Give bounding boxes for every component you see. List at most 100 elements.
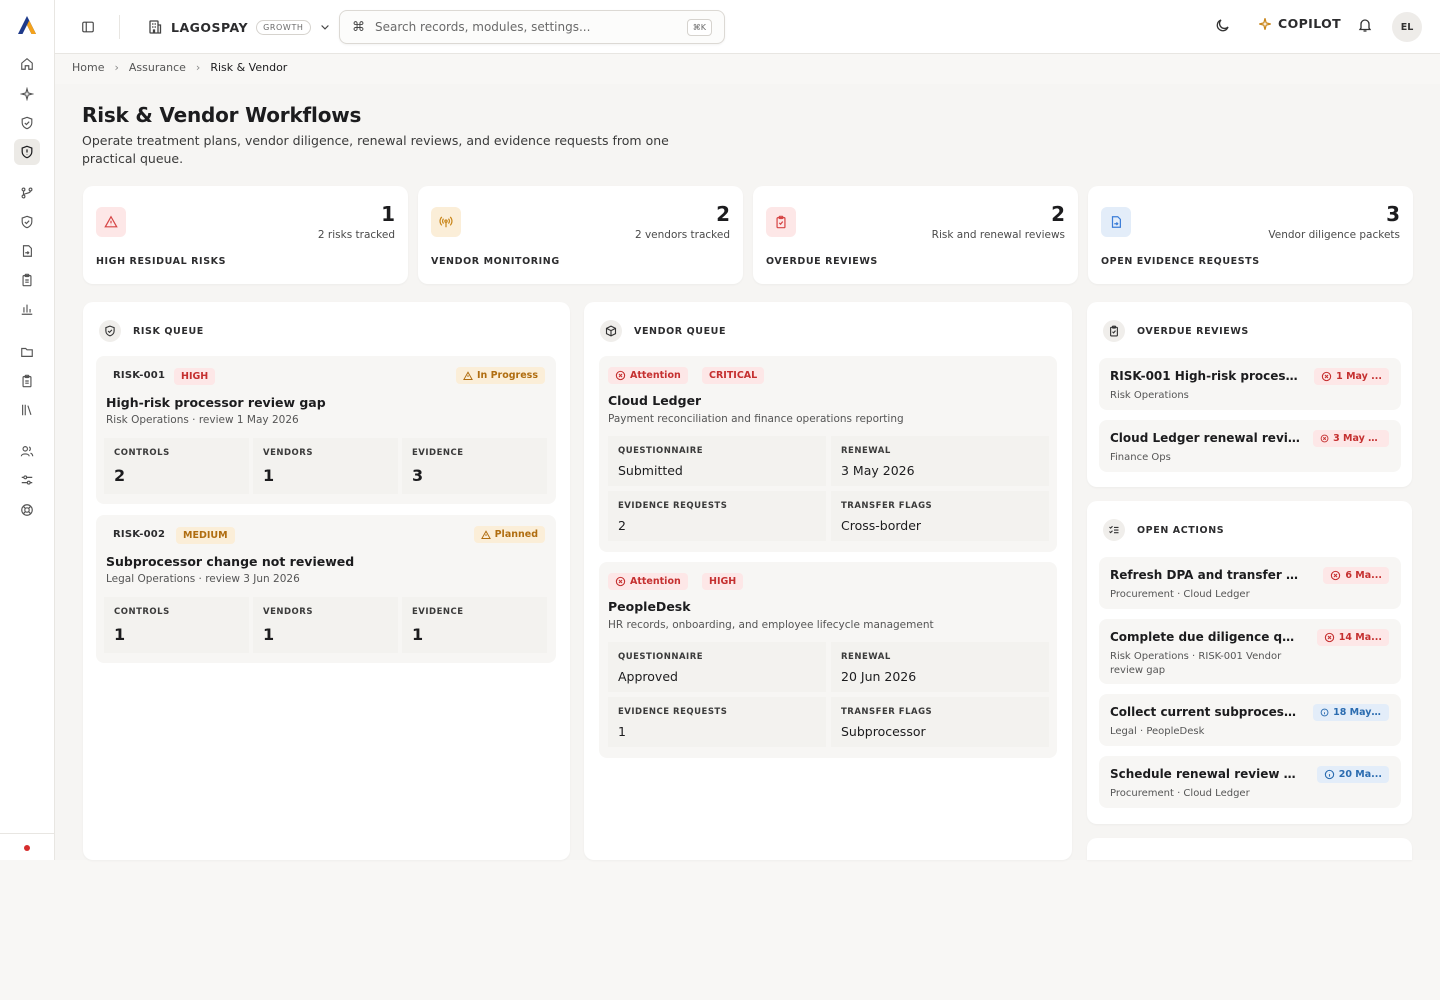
- field-value: Submitted: [618, 463, 683, 478]
- sparkle-icon[interactable]: [14, 81, 40, 107]
- overdue-review-item[interactable]: Cloud Ledger renewal revie... Finance Op…: [1099, 420, 1401, 472]
- risk-meta: Legal Operations · review 3 Jun 2026: [106, 573, 300, 585]
- item-title: Schedule renewal review with...: [1110, 767, 1300, 781]
- open-action-item[interactable]: Refresh DPA and transfer mec... Procurem…: [1099, 557, 1401, 609]
- shield-icon[interactable]: [14, 209, 40, 235]
- avatar[interactable]: EL: [1392, 12, 1422, 42]
- vendor-card[interactable]: Attention HIGH PeopleDesk HR records, on…: [599, 562, 1057, 758]
- sidebar-toggle-icon[interactable]: [77, 16, 99, 38]
- breadcrumb-assurance[interactable]: Assurance: [129, 61, 186, 74]
- field-questionnaire: QUESTIONNAIRE Submitted: [608, 436, 826, 486]
- metric-value: 1: [263, 466, 275, 485]
- vendor-desc: HR records, onboarding, and employee lif…: [608, 619, 934, 631]
- item-sub: Procurement · Cloud Ledger: [1110, 788, 1250, 799]
- x-circle-icon: [615, 370, 626, 381]
- due-badge: 14 Ma...: [1316, 629, 1389, 646]
- open-action-item[interactable]: Complete due diligence quest... Risk Ope…: [1099, 619, 1401, 684]
- shield-alert-icon[interactable]: [14, 139, 40, 165]
- overdue-review-item[interactable]: RISK-001 High-risk processor r... Risk O…: [1099, 358, 1401, 410]
- stat-card-high-residual-risks[interactable]: 1 2 risks tracked HIGH RESIDUAL RISKS: [83, 186, 408, 284]
- field-label: TRANSFER FLAGS: [841, 707, 933, 717]
- field-renewal: RENEWAL 20 Jun 2026: [831, 642, 1049, 692]
- x-circle-icon: [1321, 371, 1332, 382]
- building-icon: [149, 20, 162, 34]
- vendor-queue-header: VENDOR QUEUE: [600, 320, 726, 342]
- field-label: RENEWAL: [841, 652, 891, 662]
- clipboard-icon: [1103, 320, 1125, 342]
- home-icon[interactable]: [14, 51, 40, 77]
- risk-title: High-risk processor review gap: [106, 395, 326, 410]
- chevron-right-icon: ›: [114, 61, 119, 74]
- stat-card-vendor-monitoring[interactable]: 2 2 vendors tracked VENDOR MONITORING: [418, 186, 743, 284]
- clipboard-icon[interactable]: [14, 267, 40, 293]
- field-evidence-requests: EVIDENCE REQUESTS 1: [608, 697, 826, 747]
- git-branch-icon[interactable]: [14, 180, 40, 206]
- risk-queue-header: RISK QUEUE: [99, 320, 204, 342]
- field-value: Approved: [618, 669, 678, 684]
- help-circle-icon[interactable]: [14, 497, 40, 523]
- field-transfer-flags: TRANSFER FLAGS Cross-border: [831, 491, 1049, 541]
- panel-title: OPEN ACTIONS: [1137, 524, 1225, 536]
- item-sub: Risk Operations: [1110, 390, 1189, 401]
- due-badge: 6 Ma...: [1323, 567, 1389, 584]
- field-renewal: RENEWAL 3 May 2026: [831, 436, 1049, 486]
- open-actions-header: OPEN ACTIONS: [1103, 519, 1224, 541]
- shield-check-icon[interactable]: [14, 110, 40, 136]
- field-value: 3 May 2026: [841, 463, 915, 478]
- search-input[interactable]: ⌘ Search records, modules, settings... ⌘…: [339, 10, 725, 44]
- sliders-icon[interactable]: [14, 467, 40, 493]
- item-sub: Finance Ops: [1110, 452, 1171, 463]
- metric-label: CONTROLS: [114, 448, 170, 458]
- warning-icon: [480, 529, 491, 539]
- bell-icon[interactable]: [1357, 17, 1373, 36]
- clipboard-list-icon[interactable]: [14, 368, 40, 394]
- stat-card-overdue-reviews[interactable]: 2 Risk and renewal reviews OVERDUE REVIE…: [753, 186, 1078, 284]
- command-icon: ⌘: [352, 19, 365, 35]
- severity-badge: HIGH: [174, 368, 216, 385]
- breadcrumb-home[interactable]: Home: [72, 61, 104, 74]
- stat-card-open-evidence-requests[interactable]: 3 Vendor diligence packets OPEN EVIDENCE…: [1088, 186, 1413, 284]
- metric-label: CONTROLS: [114, 607, 170, 617]
- page-title: Risk & Vendor Workflows: [82, 103, 362, 127]
- moon-icon[interactable]: [1215, 17, 1231, 36]
- info-icon: [1324, 769, 1334, 780]
- open-action-item[interactable]: Collect current subprocess... Legal · Pe…: [1099, 694, 1401, 746]
- metric-controls: CONTROLS 1: [104, 597, 249, 653]
- status-label: In Progress: [476, 370, 538, 381]
- stat-value: 2: [1051, 202, 1065, 226]
- plan-badge: GROWTH: [256, 19, 311, 35]
- item-title: Complete due diligence quest...: [1110, 630, 1300, 644]
- field-label: RENEWAL: [841, 446, 891, 456]
- stat-value: 2: [716, 202, 730, 226]
- field-value: Subprocessor: [841, 724, 926, 739]
- due-badge: 18 May 2...: [1313, 704, 1389, 721]
- metric-label: EVIDENCE: [412, 607, 464, 617]
- risk-card[interactable]: RISK-001 HIGH In Progress High-risk proc…: [96, 356, 556, 504]
- library-icon[interactable]: [14, 397, 40, 423]
- due-label: 14 Ma...: [1338, 632, 1382, 643]
- item-title: RISK-001 High-risk processor r...: [1110, 369, 1300, 383]
- breadcrumb-current: Risk & Vendor: [210, 61, 288, 74]
- file-sync-icon[interactable]: [14, 238, 40, 264]
- field-transfer-flags: TRANSFER FLAGS Subprocessor: [831, 697, 1049, 747]
- due-label: 1 May ...: [1336, 371, 1382, 382]
- open-actions-panel: OPEN ACTIONS Refresh DPA and transfer me…: [1087, 501, 1412, 824]
- open-action-item[interactable]: Schedule renewal review with... Procurem…: [1099, 756, 1401, 808]
- field-evidence-requests: EVIDENCE REQUESTS 2: [608, 491, 826, 541]
- metric-label: VENDORS: [263, 448, 313, 458]
- vendor-card[interactable]: Attention CRITICAL Cloud Ledger Payment …: [599, 356, 1057, 552]
- copilot-button[interactable]: COPILOT: [1258, 16, 1341, 31]
- org-switcher[interactable]: LAGOSPAY GROWTH: [147, 16, 331, 38]
- panel-title: RISK QUEUE: [133, 325, 204, 337]
- bar-chart-icon[interactable]: [14, 296, 40, 322]
- status-dot: [24, 845, 30, 851]
- risk-card[interactable]: RISK-002 MEDIUM Planned Subprocessor cha…: [96, 515, 556, 663]
- risk-id: RISK-001: [113, 370, 166, 381]
- folder-icon[interactable]: [14, 339, 40, 365]
- field-value: Cross-border: [841, 518, 922, 533]
- users-icon[interactable]: [14, 438, 40, 464]
- clipboard-icon: [766, 207, 796, 237]
- status-badge: In Progress: [455, 367, 545, 384]
- brand-logo[interactable]: [15, 13, 39, 37]
- field-questionnaire: QUESTIONNAIRE Approved: [608, 642, 826, 692]
